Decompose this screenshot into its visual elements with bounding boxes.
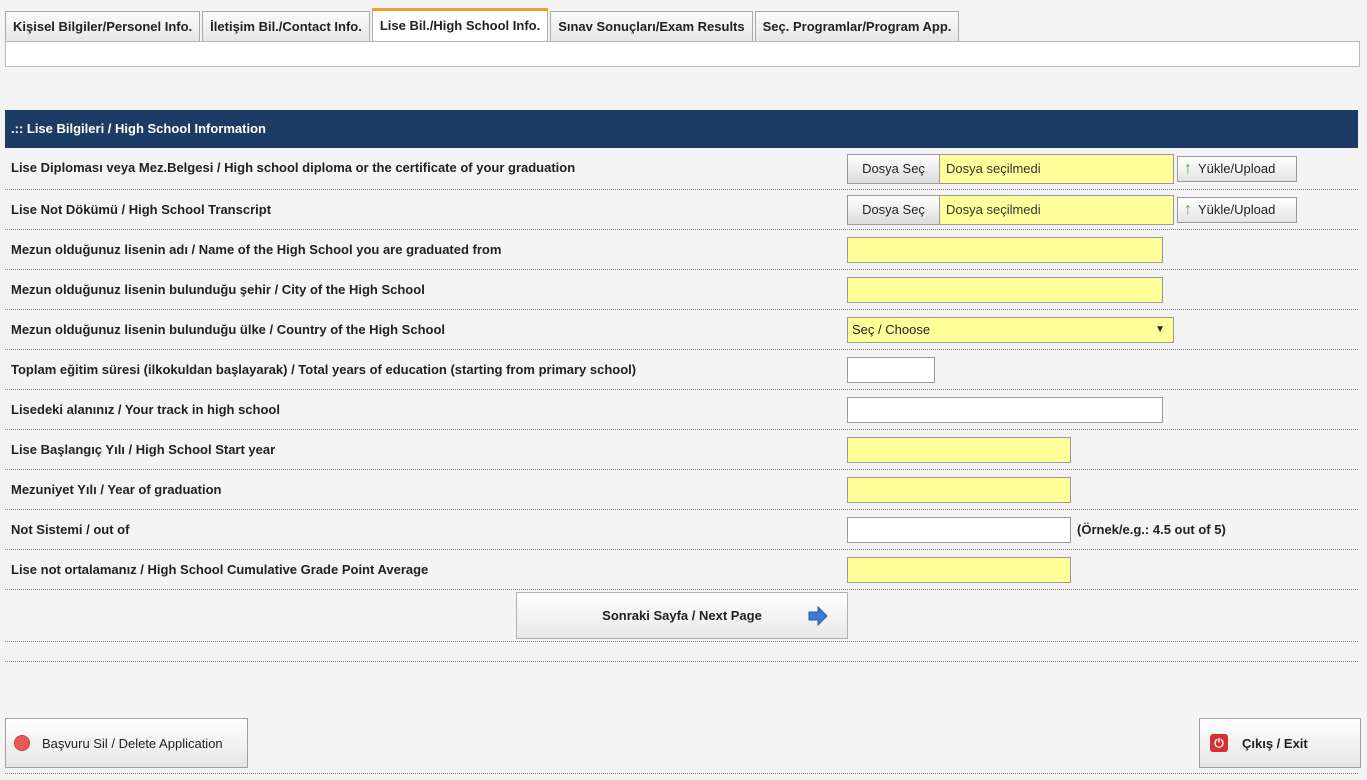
start-year-row: Lise Başlangıç Yılı / High School Start …	[5, 430, 1358, 470]
grade-system-label: Not Sistemi / out of	[11, 522, 130, 537]
gpa-label: Lise not ortalamanız / High School Cumul…	[11, 562, 429, 577]
tab-personal-info[interactable]: Kişisel Bilgiler/Personel Info.	[5, 11, 201, 42]
exit-label: Çıkış / Exit	[1242, 735, 1308, 751]
school-city-label: Mezun olduğunuz lisenin bulunduğu şehir …	[11, 282, 425, 297]
grad-year-label: Mezuniyet Yılı / Year of graduation	[11, 482, 222, 497]
grad-year-input[interactable]	[847, 476, 1071, 503]
section-title: .:: Lise Bilgileri / High School Informa…	[5, 110, 1358, 148]
school-city-input[interactable]	[847, 276, 1163, 303]
application-page: Kişisel Bilgiler/Personel Info. İletişim…	[0, 0, 1367, 780]
tab-contact-info[interactable]: İletişim Bil./Contact Info.	[202, 11, 370, 42]
power-icon: ⏻	[1210, 734, 1228, 752]
school-country-select[interactable]: Seç / Choose ▼	[847, 316, 1174, 343]
track-label: Lisedeki alanınız / Your track in high s…	[11, 402, 280, 417]
exit-button[interactable]: ⏻ Çıkış / Exit	[1199, 718, 1361, 768]
bottom-divider	[5, 773, 1358, 774]
school-country-label: Mezun olduğunuz lisenin bulunduğu ülke /…	[11, 322, 446, 337]
delete-application-button[interactable]: Başvuru Sil / Delete Application	[5, 718, 248, 768]
tab-high-school-info[interactable]: Lise Bil./High School Info.	[371, 8, 549, 42]
diploma-upload-button[interactable]: ↑ Yükle/Upload	[1177, 155, 1297, 182]
next-page-row: Sonraki Sayfa / Next Page	[5, 590, 1358, 642]
upload-arrow-icon: ↑	[1184, 159, 1192, 177]
school-name-label: Mezun olduğunuz lisenin adı / Name of th…	[11, 242, 502, 257]
transcript-upload-button[interactable]: ↑ Yükle/Upload	[1177, 196, 1297, 223]
school-country-row: Mezun olduğunuz lisenin bulunduğu ülke /…	[5, 310, 1358, 350]
transcript-file-status: Dosya seçilmedi	[940, 195, 1173, 224]
delete-circle-icon	[14, 735, 30, 751]
transcript-choose-file-button[interactable]: Dosya Seç	[848, 195, 940, 224]
diploma-upload-label: Yükle/Upload	[1198, 161, 1276, 176]
transcript-file-input[interactable]: Dosya Seç Dosya seçilmedi	[847, 194, 1174, 225]
delete-application-label: Başvuru Sil / Delete Application	[42, 735, 223, 751]
total-years-row: Toplam eğitim süresi (ilkokuldan başlaya…	[5, 350, 1358, 390]
diploma-file-input[interactable]: Dosya Seç Dosya seçilmedi	[847, 153, 1174, 184]
tab-content-strip	[5, 41, 1360, 67]
tab-exam-results[interactable]: Sınav Sonuçları/Exam Results	[550, 11, 753, 42]
school-name-row: Mezun olduğunuz lisenin adı / Name of th…	[5, 230, 1358, 270]
total-years-label: Toplam eğitim süresi (ilkokuldan başlaya…	[11, 362, 637, 377]
dropdown-caret-icon: ▼	[1155, 323, 1165, 335]
gpa-row: Lise not ortalamanız / High School Cumul…	[5, 550, 1358, 590]
transcript-file-group: Dosya Seç Dosya seçilmedi ↑ Yükle/Upload	[847, 194, 1297, 225]
grade-system-hint: (Örnek/e.g.: 4.5 out of 5)	[1077, 522, 1226, 537]
school-country-selected: Seç / Choose	[852, 321, 931, 337]
diploma-choose-file-button[interactable]: Dosya Seç	[848, 154, 940, 183]
track-row: Lisedeki alanınız / Your track in high s…	[5, 390, 1358, 430]
total-years-input[interactable]	[847, 356, 935, 383]
upload-arrow-icon: ↑	[1184, 200, 1192, 218]
transcript-upload-label: Yükle/Upload	[1198, 202, 1276, 217]
next-page-label: Sonraki Sayfa / Next Page	[602, 608, 762, 623]
tab-bar: Kişisel Bilgiler/Personel Info. İletişim…	[5, 8, 961, 42]
diploma-file-group: Dosya Seç Dosya seçilmedi ↑ Yükle/Upload	[847, 153, 1297, 184]
high-school-section: .:: Lise Bilgileri / High School Informa…	[5, 110, 1358, 662]
diploma-row: Lise Diploması veya Mez.Belgesi / High s…	[5, 148, 1358, 190]
grade-system-input[interactable]	[847, 516, 1071, 543]
transcript-label: Lise Not Dökümü / High School Transcript	[11, 202, 272, 217]
start-year-input[interactable]	[847, 436, 1071, 463]
transcript-row: Lise Not Dökümü / High School Transcript…	[5, 190, 1358, 230]
diploma-file-status: Dosya seçilmedi	[940, 154, 1173, 183]
section-divider	[5, 642, 1358, 662]
gpa-input[interactable]	[847, 556, 1071, 583]
grade-system-row: Not Sistemi / out of (Örnek/e.g.: 4.5 ou…	[5, 510, 1358, 550]
start-year-label: Lise Başlangıç Yılı / High School Start …	[11, 442, 276, 457]
track-input[interactable]	[847, 396, 1163, 423]
tab-program-app[interactable]: Seç. Programlar/Program App.	[754, 11, 960, 42]
next-page-button[interactable]: Sonraki Sayfa / Next Page	[516, 592, 848, 639]
arrow-right-icon	[808, 605, 828, 627]
grad-year-row: Mezuniyet Yılı / Year of graduation	[5, 470, 1358, 510]
school-city-row: Mezun olduğunuz lisenin bulunduğu şehir …	[5, 270, 1358, 310]
school-name-input[interactable]	[847, 236, 1163, 263]
diploma-label: Lise Diploması veya Mez.Belgesi / High s…	[11, 160, 576, 175]
